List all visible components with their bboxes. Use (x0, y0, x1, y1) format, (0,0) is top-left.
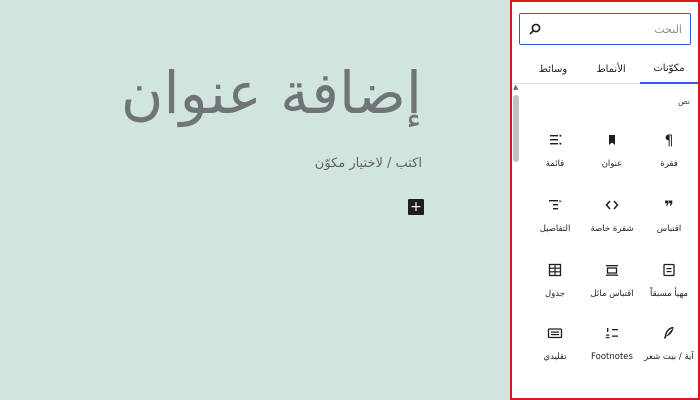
block-appender-hint[interactable]: اكتب / لاختيار مكوّن (315, 156, 422, 171)
block-label: Footnotes (591, 352, 633, 362)
block-heading[interactable]: عنوان (583, 114, 641, 182)
add-block-button[interactable]: + (408, 199, 424, 215)
scroll-up-icon[interactable]: ▲ (513, 84, 518, 91)
block-details[interactable]: التفاصيل (526, 179, 584, 247)
svg-text:¶: ¶ (665, 133, 674, 148)
editor-canvas[interactable]: إضافة عنوان اكتب / لاختيار مكوّن + (0, 0, 510, 400)
search-input[interactable] (550, 19, 682, 39)
block-paragraph[interactable]: ¶ فقرة (640, 114, 698, 182)
block-preformatted[interactable]: مهيأ مسبقاً (640, 244, 698, 312)
plus-icon: + (410, 199, 422, 215)
post-title[interactable]: إضافة عنوان (121, 64, 422, 122)
block-table[interactable]: جدول (526, 244, 584, 312)
scrollbar[interactable]: ▲ (512, 84, 520, 398)
block-pullquote[interactable]: اقتباس مائل (583, 244, 641, 312)
block-inserter-panel: مكوّنات الأنماط وسائط ▲ نص ¶ فقرة عنوان … (510, 0, 700, 400)
block-label: اقتباس (656, 224, 682, 234)
block-shortcode[interactable]: شفرة خاصة (583, 179, 641, 247)
block-label: اقتباس مائل (590, 289, 634, 299)
svg-text:❞: ❞ (664, 197, 673, 213)
block-classic[interactable]: تقليدي (526, 307, 584, 375)
block-label: التفاصيل (539, 224, 571, 234)
block-footnotes[interactable]: Footnotes (583, 307, 641, 375)
quote-icon: ❞ (661, 197, 677, 213)
inserter-tabs: مكوّنات الأنماط وسائط (512, 55, 698, 84)
search-icon[interactable] (528, 22, 542, 36)
paragraph-icon: ¶ (661, 132, 677, 148)
block-label: فقرة (660, 159, 678, 169)
block-label: تقليدي (543, 352, 567, 362)
block-label: قائمة (545, 159, 565, 169)
pullquote-icon (604, 262, 620, 278)
block-label: شفرة خاصة (590, 224, 634, 234)
tab-blocks[interactable]: مكوّنات (640, 55, 698, 84)
scroll-thumb[interactable] (513, 95, 519, 162)
preformatted-icon (661, 262, 677, 278)
list-icon (547, 132, 563, 148)
block-label: مهيأ مسبقاً (650, 289, 688, 299)
code-icon (604, 197, 620, 213)
block-quote[interactable]: ❞ اقتباس (640, 179, 698, 247)
tab-media[interactable]: وسائط (524, 55, 582, 83)
block-label: جدول (545, 289, 565, 299)
bookmark-icon (604, 132, 620, 148)
block-verse[interactable]: آية / بيت شعر (640, 307, 698, 375)
keyboard-icon (547, 325, 563, 341)
block-label: عنوان (601, 159, 623, 169)
footnotes-icon (604, 325, 620, 341)
search-box (519, 13, 691, 45)
feather-icon (661, 325, 677, 341)
details-icon (547, 197, 563, 213)
block-label: آية / بيت شعر (644, 352, 694, 362)
category-label: نص (677, 97, 690, 106)
table-icon (547, 262, 563, 278)
block-list[interactable]: قائمة (526, 114, 584, 182)
tab-patterns[interactable]: الأنماط (582, 55, 640, 83)
